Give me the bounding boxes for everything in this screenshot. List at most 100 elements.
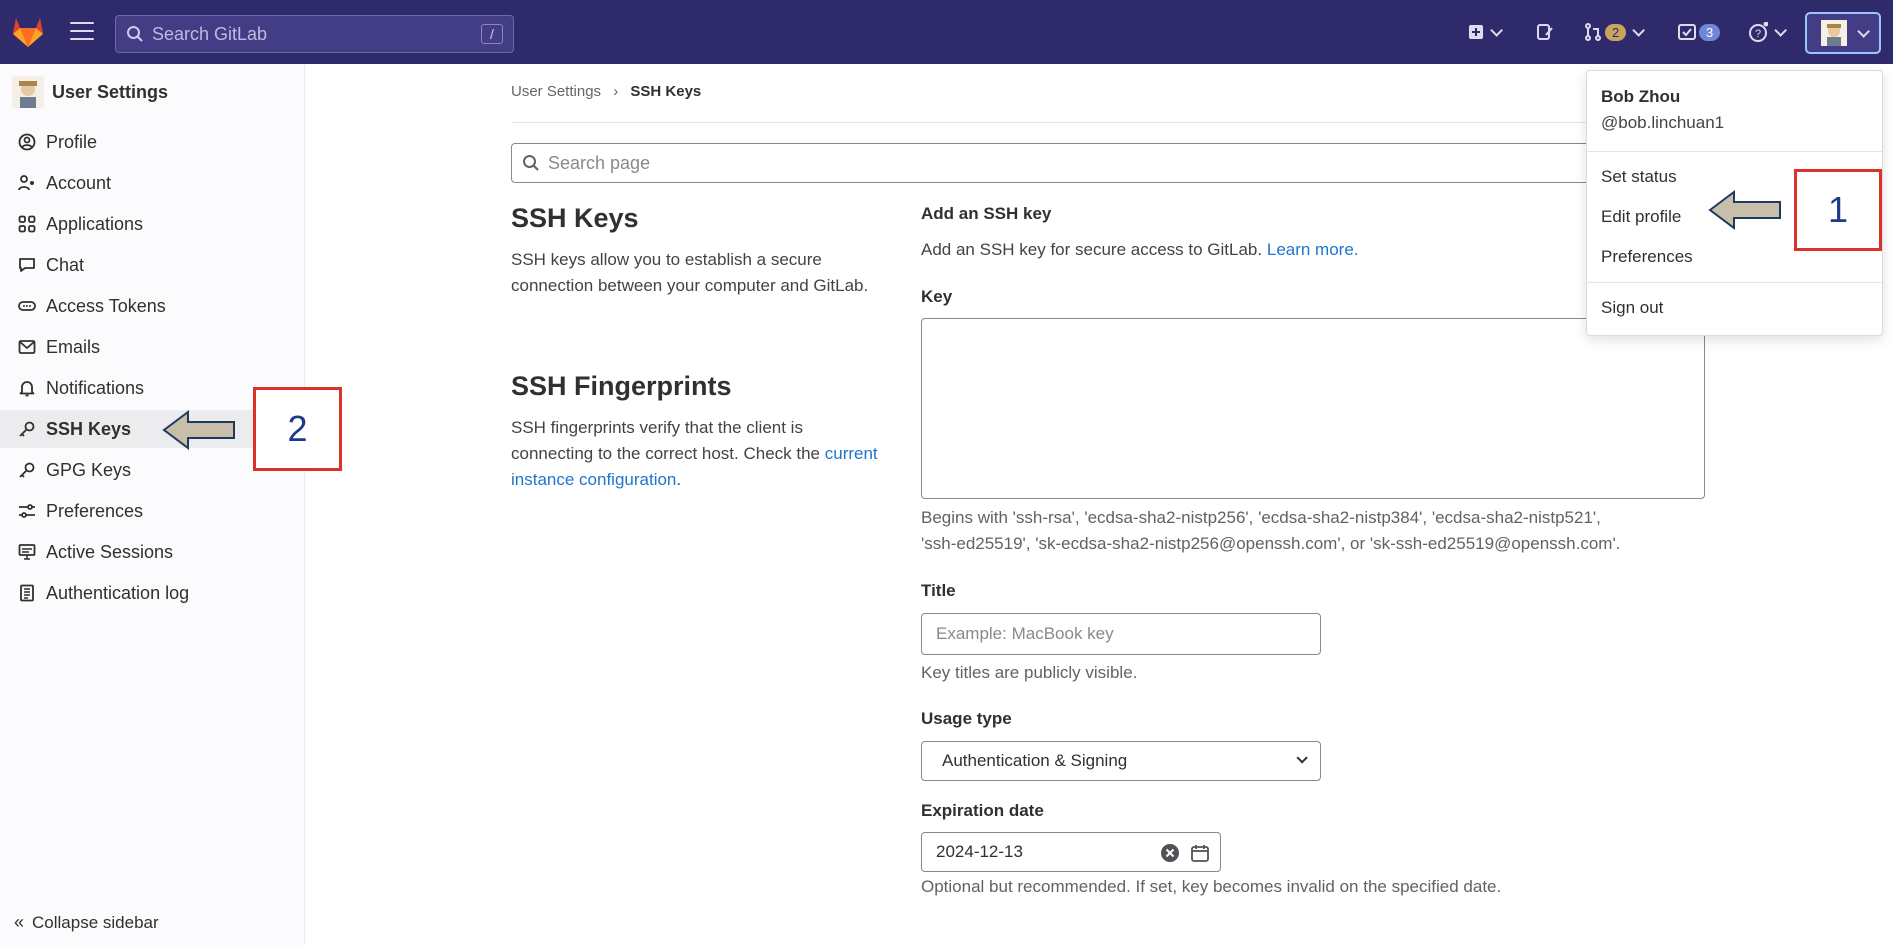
chevron-down-icon [1856, 24, 1870, 38]
help-icon: ? [1749, 22, 1768, 42]
preferences-icon [19, 504, 35, 518]
divider [511, 122, 1701, 123]
breadcrumb-current: SSH Keys [630, 83, 702, 100]
sidebar-item-label: Active Sessions [46, 541, 174, 562]
sidebar-item-access-tokens[interactable]: Access Tokens [0, 287, 305, 325]
sidebar-item-authentication-log[interactable]: Authentication log [0, 574, 305, 612]
expiration-date-input[interactable]: 2024-12-13 [921, 832, 1221, 872]
log-icon [20, 584, 34, 602]
expiration-date-label: Expiration date [921, 801, 1044, 820]
user-menu-button[interactable] [1805, 12, 1881, 54]
avatar-icon [1820, 20, 1847, 46]
key-icon [19, 421, 35, 437]
svg-text:?: ? [1755, 28, 1761, 40]
sidebar-item-applications[interactable]: Applications [0, 205, 305, 243]
sidebar-item-emails[interactable]: Emails [0, 328, 305, 366]
plus-square-icon [1469, 25, 1483, 39]
page-search-input[interactable]: Search page [511, 143, 1701, 183]
chat-icon [19, 258, 35, 272]
preferences-menu-item[interactable]: Preferences [1601, 247, 1693, 267]
sign-out-menu-item[interactable]: Sign out [1601, 298, 1663, 318]
avatar-icon [12, 76, 44, 108]
annotation-step-2: 2 [253, 387, 342, 471]
add-ssh-key-subheading: Add an SSH key for secure access to GitL… [921, 237, 1359, 263]
sidebar-item-label: Account [46, 172, 112, 193]
fingerprints-text: SSH fingerprints verify that the client … [511, 418, 821, 463]
issues-button[interactable] [1536, 20, 1554, 44]
usage-type-label: Usage type [921, 709, 1012, 728]
breadcrumb-parent[interactable]: User Settings [511, 83, 601, 100]
set-status-menu-item[interactable]: Set status [1601, 167, 1677, 187]
chevron-down-icon [1632, 23, 1646, 37]
bell-icon [19, 381, 35, 397]
search-icon [523, 155, 539, 171]
sidebar-item-label: Preferences [46, 500, 144, 521]
annotation-arrow-2-icon [162, 410, 235, 450]
account-icon [18, 175, 34, 191]
sidebar-item-label: Emails [46, 336, 101, 357]
help-button[interactable]: ? [1748, 20, 1787, 44]
issues-icon [1537, 24, 1553, 40]
collapse-sidebar-button[interactable]: « Collapse sidebar [14, 912, 159, 933]
todos-count-badge: 3 [1699, 23, 1721, 41]
merge-requests-button[interactable]: 2 [1584, 20, 1646, 44]
expiration-date-value: 2024-12-13 [936, 842, 1023, 861]
usage-type-value: Authentication & Signing [942, 751, 1128, 770]
merge-request-icon [1585, 23, 1601, 41]
learn-more-link[interactable]: Learn more. [1267, 240, 1359, 259]
edit-profile-menu-item[interactable]: Edit profile [1601, 207, 1681, 227]
page-search-placeholder: Search page [548, 152, 651, 173]
fingerprints-suffix: . [676, 470, 682, 489]
sidebar-item-label: Notifications [46, 377, 145, 398]
ssh-keys-title: SSH Keys [511, 203, 639, 233]
search-icon [127, 26, 143, 42]
token-icon [18, 301, 36, 311]
key-label: Key [921, 287, 953, 306]
sidebar-title: User Settings [52, 81, 169, 102]
usage-type-select[interactable]: Authentication & Signing [921, 741, 1321, 781]
expiration-date-help: Optional but recommended. If set, key be… [921, 877, 1502, 896]
sidebar-item-label: Authentication log [46, 582, 190, 603]
sidebar-item-profile[interactable]: Profile [0, 123, 305, 161]
divider [1587, 151, 1882, 152]
sidebar-item-label: Applications [46, 213, 144, 234]
sidebar-item-label: Access Tokens [46, 295, 166, 316]
breadcrumb-separator: › [613, 83, 619, 100]
ssh-keys-description: SSH keys allow you to establish a secure… [511, 250, 869, 295]
sidebar-item-active-sessions[interactable]: Active Sessions [0, 533, 305, 571]
ssh-fingerprints-title: SSH Fingerprints [511, 371, 732, 401]
sidebar-item-label: GPG Keys [46, 459, 132, 480]
todos-button[interactable]: 3 [1678, 20, 1721, 44]
key-help-line-1: Begins with 'ssh-rsa', 'ecdsa-sha2-nistp… [921, 508, 1601, 527]
chevron-down-icon [1296, 752, 1308, 764]
sidebar-item-chat[interactable]: Chat [0, 246, 305, 284]
todo-check-icon [1678, 24, 1696, 40]
sidebar-item-label: SSH Keys [46, 418, 132, 439]
sidebar-header[interactable]: User Settings [12, 76, 168, 108]
annotation-arrow-1-icon [1708, 190, 1781, 230]
add-ssh-key-heading: Add an SSH key [921, 204, 1052, 223]
global-search-input[interactable]: Search GitLab / [115, 15, 514, 53]
title-help: Key titles are publicly visible. [921, 663, 1138, 682]
menu-icon[interactable] [70, 22, 94, 42]
divider [1587, 282, 1882, 283]
create-new-button[interactable] [1468, 20, 1503, 44]
title-placeholder: Example: MacBook key [936, 624, 1114, 643]
search-shortcut-key: / [481, 24, 503, 44]
sidebar-item-account[interactable]: Account [0, 164, 305, 202]
chevron-down-icon [1490, 23, 1503, 37]
key-help-line-2: 'ssh-ed25519', 'sk-ecdsa-sha2-nistp256@o… [921, 534, 1621, 553]
breadcrumb: User Settings › SSH Keys [511, 83, 701, 100]
search-placeholder: Search GitLab [152, 23, 268, 44]
sidebar-item-label: Profile [46, 131, 98, 152]
title-input[interactable]: Example: MacBook key [921, 613, 1321, 655]
sidebar: User Settings Profile Account Applicatio… [0, 64, 305, 945]
sidebar-item-preferences[interactable]: Preferences [0, 492, 305, 530]
chevron-down-icon [1774, 23, 1787, 37]
gitlab-logo-icon[interactable] [10, 14, 46, 48]
clear-icon[interactable] [1160, 843, 1180, 863]
title-label: Title [921, 581, 956, 600]
key-textarea[interactable] [921, 318, 1705, 499]
user-icon [18, 133, 36, 151]
calendar-icon[interactable] [1190, 843, 1210, 863]
